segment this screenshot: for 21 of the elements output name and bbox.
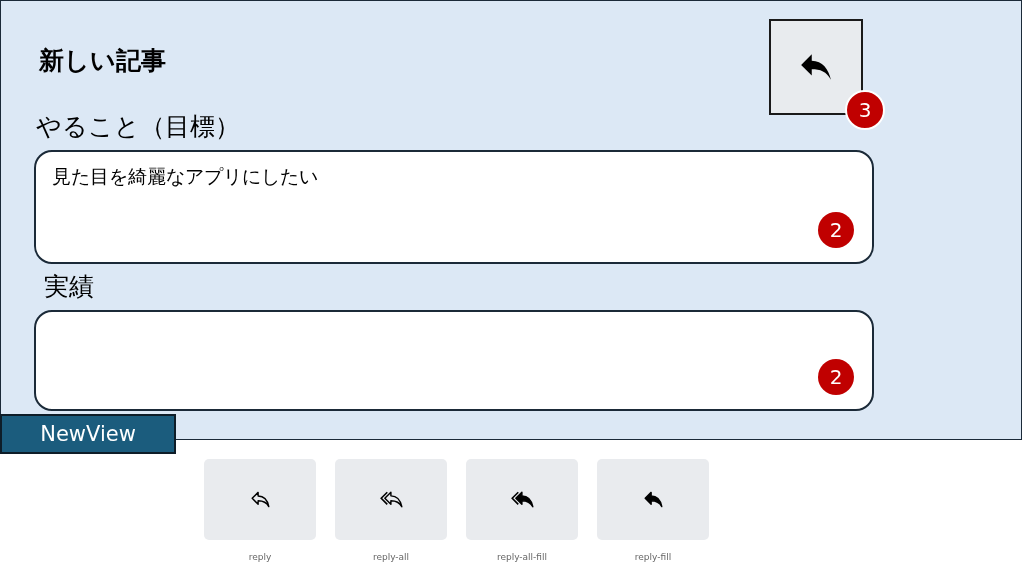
field-label: やること（目標） (36, 111, 240, 143)
text-area[interactable]: 2 (34, 310, 874, 411)
icon-tile[interactable] (597, 459, 709, 540)
reply-all-icon (379, 491, 403, 508)
reply-icon (250, 491, 270, 508)
reply-icon (643, 491, 663, 508)
count-badge: 2 (818, 359, 854, 395)
text-area[interactable]: 見た目を綺麗なアプリにしたい 2 (34, 150, 874, 264)
page-title: 新しい記事 (39, 45, 166, 77)
icon-tile[interactable] (335, 459, 447, 540)
count-badge: 2 (818, 212, 854, 248)
icon-caption: reply-fill (634, 552, 672, 562)
field-label: 実績 (44, 271, 94, 303)
icon-tile[interactable] (466, 459, 578, 540)
reply-all-icon (510, 491, 534, 508)
view-name-tag: NewView (0, 414, 176, 454)
icon-tile[interactable] (204, 459, 316, 540)
icon-caption: reply (248, 552, 272, 562)
count-badge: 3 (845, 90, 885, 130)
icon-caption: reply-all (372, 552, 410, 562)
icon-caption: reply-all-fill (496, 552, 548, 562)
